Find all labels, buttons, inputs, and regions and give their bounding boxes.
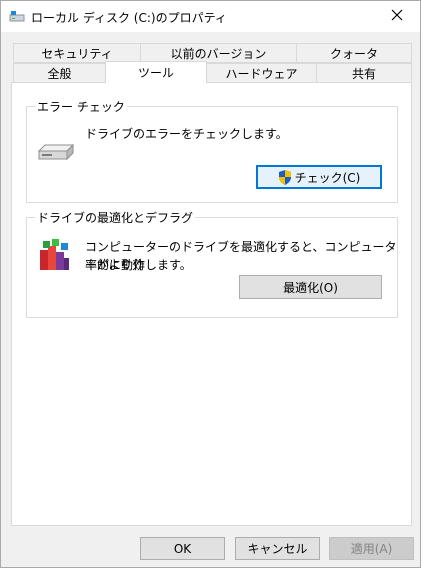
optimize-title: ドライブの最適化とデフラグ (35, 209, 196, 226)
close-icon (391, 9, 403, 24)
tools-panel: エラー チェック ドライブのエラーをチェックします。 チェック(C) ドライブの… (11, 82, 412, 526)
properties-window: ローカル ディスク (C:)のプロパティ セキュリティ 以前のバージョン クォー… (0, 0, 421, 568)
error-check-description: ドライブのエラーをチェックします。 (85, 127, 288, 141)
tab-sharing[interactable]: 共有 (316, 63, 412, 83)
tab-hardware[interactable]: ハードウェア (206, 63, 317, 83)
tab-tools[interactable]: ツール (105, 61, 207, 83)
close-button[interactable] (374, 1, 420, 32)
optimize-button[interactable]: 最適化(O) (239, 275, 382, 299)
check-button[interactable]: チェック(C) (256, 165, 382, 189)
tab-previous-versions[interactable]: 以前のバージョン (140, 43, 297, 63)
uac-shield-icon (278, 169, 292, 185)
drive-icon (9, 9, 25, 23)
window-title: ローカル ディスク (C:)のプロパティ (31, 11, 227, 25)
apply-button[interactable]: 適用(A) (329, 537, 414, 560)
tab-quota[interactable]: クォータ (296, 43, 412, 63)
error-check-group: エラー チェック ドライブのエラーをチェックします。 チェック(C) (26, 98, 398, 203)
title-bar: ローカル ディスク (C:)のプロパティ (1, 1, 420, 32)
hard-drive-icon (37, 141, 75, 166)
tab-general[interactable]: 全般 (13, 63, 106, 83)
defrag-icon (37, 238, 71, 275)
cancel-button[interactable]: キャンセル (235, 537, 320, 560)
optimize-group: ドライブの最適化とデフラグ コンピューターのドライブを最適化すると、コンピュータ… (26, 209, 398, 318)
error-check-title: エラー チェック (35, 98, 127, 115)
tab-security[interactable]: セキュリティ (13, 43, 141, 63)
optimize-description-line2: 率的に動作します。 (85, 258, 192, 272)
ok-button[interactable]: OK (140, 537, 225, 560)
